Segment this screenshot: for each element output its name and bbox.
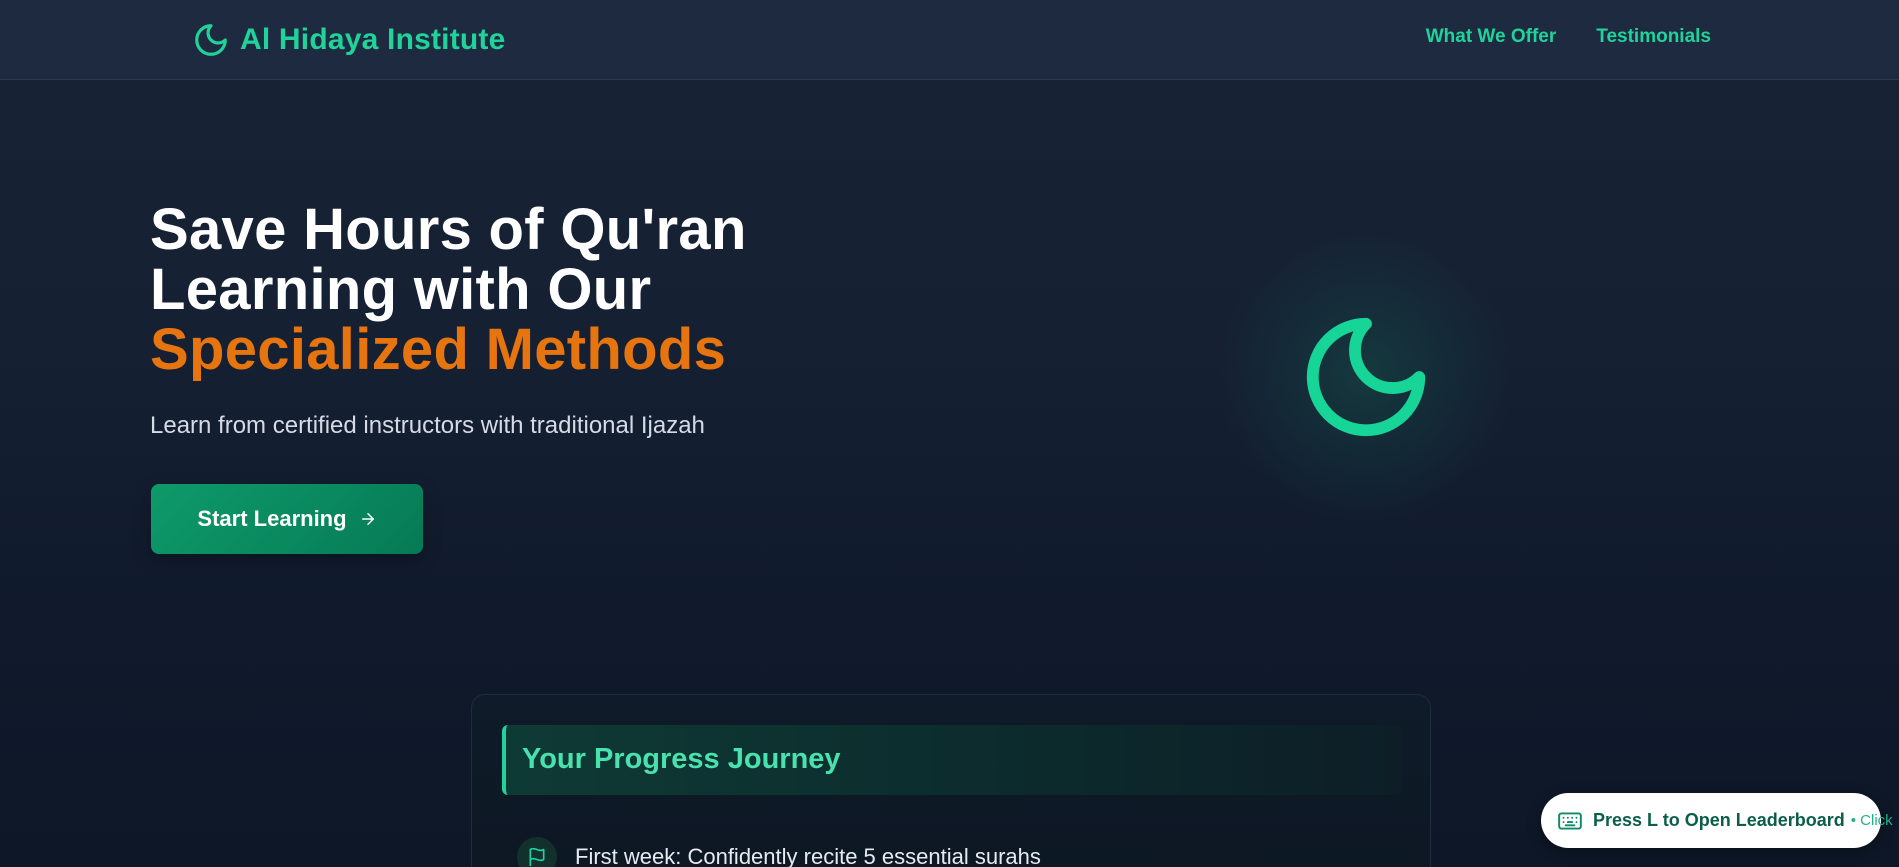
moon-icon: [195, 24, 227, 56]
page: Al Hidaya Institute What We Offer Testim…: [0, 0, 1899, 867]
main-nav: What We Offer Testimonials: [1426, 26, 1711, 48]
leaderboard-hint: • Click: [1850, 812, 1893, 829]
flag-icon: [529, 847, 545, 867]
nav-link-testimonials[interactable]: Testimonials: [1596, 26, 1711, 48]
progress-header: Your Progress Journey: [502, 725, 1402, 795]
milestone-text: First week: Confidently recite 5 essenti…: [575, 844, 1041, 867]
milestone-item: First week: Confidently recite 5 essenti…: [517, 837, 1041, 867]
top-navbar: Al Hidaya Institute What We Offer Testim…: [0, 0, 1899, 80]
hero-title-accent: Specialized Methods: [150, 317, 727, 382]
progress-title: Your Progress Journey: [522, 743, 841, 775]
keyboard-icon: [1558, 811, 1582, 830]
hero-subtitle: Learn from certified instructors with tr…: [150, 412, 705, 439]
brand-name: Al Hidaya Institute: [240, 23, 506, 56]
progress-journey-card: Your Progress Journey First week: Confid…: [471, 694, 1431, 867]
milestone-icon-badge: [517, 837, 557, 867]
brand-logo-link[interactable]: Al Hidaya Institute: [192, 18, 506, 62]
start-learning-button[interactable]: Start Learning: [151, 484, 423, 554]
leaderboard-label: Press L to Open Leaderboard: [1593, 810, 1845, 830]
hero-title-line-2: Learning with Our: [150, 257, 652, 322]
hero-title: Save Hours of Qu'ran Learning with Our S…: [150, 200, 910, 380]
open-leaderboard-button[interactable]: Press L to Open Leaderboard • Click: [1541, 793, 1893, 848]
arrow-right-icon: [361, 513, 374, 525]
start-learning-label: Start Learning: [197, 506, 347, 531]
nav-link-what-we-offer[interactable]: What We Offer: [1426, 26, 1557, 48]
moon-icon: [1306, 317, 1426, 437]
hero-title-line-1: Save Hours of Qu'ran: [150, 197, 747, 262]
